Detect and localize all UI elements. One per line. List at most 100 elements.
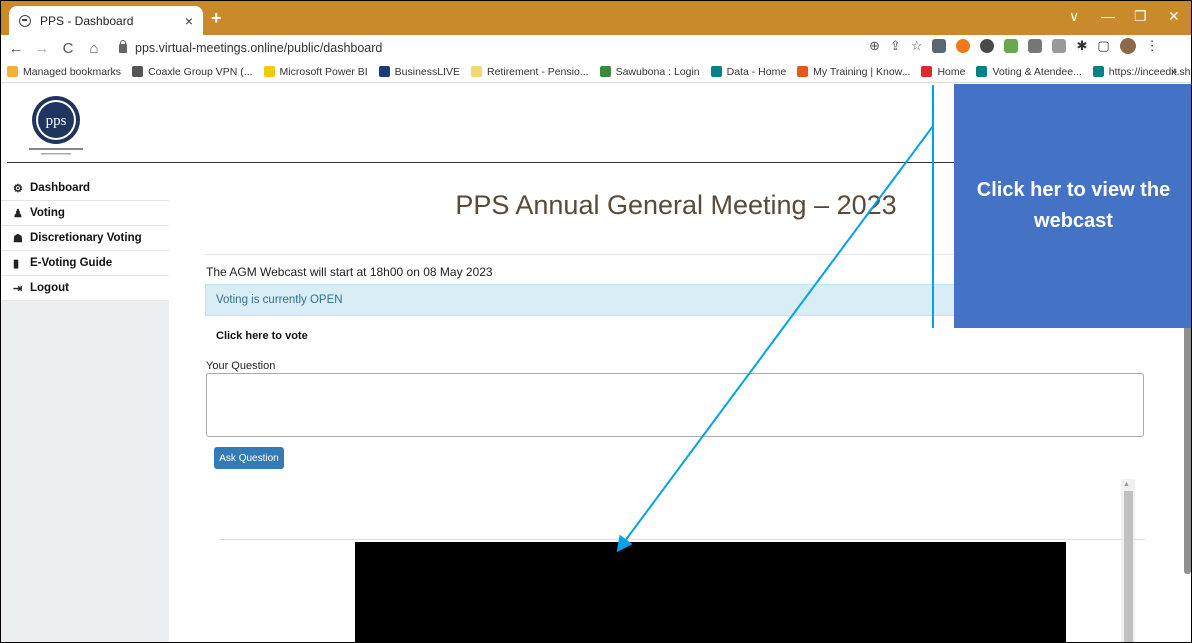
annotation-callout: Click her to view the webcast: [954, 84, 1191, 328]
sidebar-item-label: E-Voting Guide: [30, 257, 113, 269]
sidebar: ⚙ Dashboard ♟ Voting ☗ Discretionary Voting ▮ E…: [1, 176, 169, 301]
dashboard-icon: ⚙: [13, 182, 23, 195]
webcast-video-player[interactable]: [355, 542, 1066, 642]
site-favicon-icon: [19, 14, 31, 27]
bookmark-item[interactable]: My Training | Know...: [797, 66, 910, 78]
back-icon[interactable]: ←: [5, 40, 27, 57]
svg-text:pps: pps: [46, 113, 67, 129]
webcast-info-text: The AGM Webcast will start at 18h00 on 0…: [206, 265, 493, 279]
logout-icon: ⇥: [13, 282, 23, 295]
address-bar[interactable]: pps.virtual-meetings.online/public/dashb…: [113, 37, 883, 59]
extension-icons: ⊕ ⇪ ☆ ✱ ▢ ⋮: [869, 38, 1159, 54]
url-text: pps.virtual-meetings.online/public/dashb…: [135, 41, 383, 55]
tab-close-icon[interactable]: ×: [185, 13, 193, 29]
sidebar-item-discretionary-voting[interactable]: ☗ Discretionary Voting: [1, 226, 169, 251]
browser-tab[interactable]: PPS - Dashboard ×: [9, 6, 203, 35]
extension-icon[interactable]: [1004, 39, 1019, 53]
bookmark-label: Retirement - Pensio...: [487, 65, 589, 78]
bookmark-item[interactable]: BusinessLIVE: [378, 65, 461, 78]
bookmark-icon: [471, 66, 483, 77]
voting-status-text: Voting is currently OPEN: [216, 294, 343, 306]
bookmark-label: Data - Home: [726, 65, 787, 78]
extension-icon[interactable]: [956, 39, 971, 53]
screenshot-frame: PPS - Dashboard × + ∨ — ❐ ✕ ← → C ⌂ pps.…: [0, 0, 1192, 643]
bookmark-label: Managed bookmarks: [23, 65, 122, 78]
home-icon[interactable]: ⌂: [83, 40, 105, 57]
pps-logo: pps: [29, 96, 83, 155]
browser-toolbar: ← → C ⌂ pps.virtual-meetings.online/publ…: [1, 35, 1191, 61]
tab-search-icon[interactable]: ∨: [1069, 8, 1079, 25]
video-frame-scroll-thumb[interactable]: [1124, 491, 1133, 642]
extension-icon[interactable]: [932, 39, 947, 53]
bookmark-icon: [263, 66, 275, 77]
bookmark-label: Home: [937, 65, 966, 78]
bookmark-icon: [797, 66, 809, 77]
profile-avatar[interactable]: [1119, 38, 1136, 54]
bookmark-item[interactable]: Retirement - Pensio...: [471, 66, 589, 78]
bookmark-icon: [132, 66, 144, 77]
discretionary-voting-icon: ☗: [13, 232, 23, 245]
callout-text: Click her to view the webcast: [976, 179, 1171, 232]
bookmark-label: My Training | Know...: [813, 65, 911, 78]
bookmark-item[interactable]: Sawubona : Login: [599, 65, 700, 78]
bookmark-item[interactable]: Data - Home: [710, 65, 787, 78]
extension-icon[interactable]: [1052, 39, 1067, 53]
bookmark-icon: [7, 66, 18, 77]
star-icon[interactable]: ☆: [911, 38, 923, 54]
puzzle-icon[interactable]: ✱: [1076, 38, 1087, 54]
extension-icon[interactable]: [980, 39, 995, 53]
bookmark-item[interactable]: Microsoft Power BI: [263, 65, 368, 78]
sidebar-item-label: Logout: [30, 282, 69, 294]
bookmark-icon: [710, 66, 722, 77]
bookmark-icon: [921, 66, 933, 77]
bookmarks-bar: Managed bookmarks Coaxle Group VPN (... Mi…: [1, 61, 1191, 83]
bookmark-item[interactable]: Managed bookmarks: [7, 66, 121, 78]
question-input[interactable]: [206, 373, 1144, 437]
bookmark-label: https://inceedit.sha...: [1108, 65, 1191, 78]
extension-icon[interactable]: [1028, 39, 1043, 53]
sidebar-item-dashboard[interactable]: ⚙ Dashboard: [1, 176, 169, 201]
browser-tab-bar: PPS - Dashboard × + ∨ — ❐ ✕: [1, 1, 1191, 35]
bookmark-icon: [1092, 66, 1104, 77]
bookmark-item[interactable]: Voting & Atendee...: [976, 65, 1082, 78]
new-tab-button[interactable]: +: [211, 8, 222, 29]
scroll-up-icon[interactable]: ▲: [1123, 481, 1130, 488]
bookmark-icon: [599, 66, 611, 77]
bookmarks-overflow-icon[interactable]: »: [1171, 66, 1177, 78]
vote-link[interactable]: Click here to vote: [216, 330, 308, 342]
bookmark-label: Sawubona : Login: [615, 65, 700, 78]
sidebar-item-label: Dashboard: [30, 182, 91, 194]
page-scrollbar-thumb[interactable]: [1184, 324, 1191, 574]
voting-icon: ♟: [13, 207, 23, 220]
question-label: Your Question: [206, 360, 276, 372]
minimize-button[interactable]: —: [1101, 8, 1115, 24]
restore-button[interactable]: ❐: [1134, 8, 1147, 25]
sidebar-item-voting[interactable]: ♟ Voting: [1, 201, 169, 226]
e-voting-guide-icon: ▮: [13, 257, 20, 270]
bookmark-item[interactable]: Coaxle Group VPN (...: [132, 65, 253, 78]
ask-question-button[interactable]: Ask Question: [214, 447, 284, 469]
page-title: PPS Annual General Meeting – 2023: [455, 190, 897, 220]
sidebar-item-label: Voting: [30, 207, 65, 219]
lock-icon: [119, 39, 127, 53]
sidebar-background: [1, 301, 169, 642]
bookmark-label: Microsoft Power BI: [279, 65, 368, 78]
video-divider: [219, 539, 1145, 540]
bookmark-icon: [378, 66, 390, 77]
sidebar-item-logout[interactable]: ⇥ Logout: [1, 276, 169, 301]
forward-icon[interactable]: →: [31, 40, 53, 57]
tab-title: PPS - Dashboard: [40, 13, 134, 28]
zoom-icon[interactable]: ⊕: [869, 38, 880, 54]
menu-icon[interactable]: ⋮: [1146, 38, 1159, 54]
close-window-button[interactable]: ✕: [1168, 8, 1180, 25]
reload-icon[interactable]: C: [57, 40, 79, 57]
bookmark-icon: [976, 66, 988, 77]
sidebar-item-e-voting-guide[interactable]: ▮ E-Voting Guide: [1, 251, 169, 276]
sidepanel-icon[interactable]: ▢: [1097, 38, 1109, 54]
bookmark-label: Coaxle Group VPN (...: [148, 65, 253, 78]
bookmark-label: Voting & Atendee...: [992, 65, 1082, 78]
bookmark-item[interactable]: Home: [921, 66, 965, 78]
sidebar-item-label: Discretionary Voting: [30, 232, 142, 244]
share-icon[interactable]: ⇪: [890, 38, 901, 54]
bookmark-label: BusinessLIVE: [394, 65, 461, 78]
